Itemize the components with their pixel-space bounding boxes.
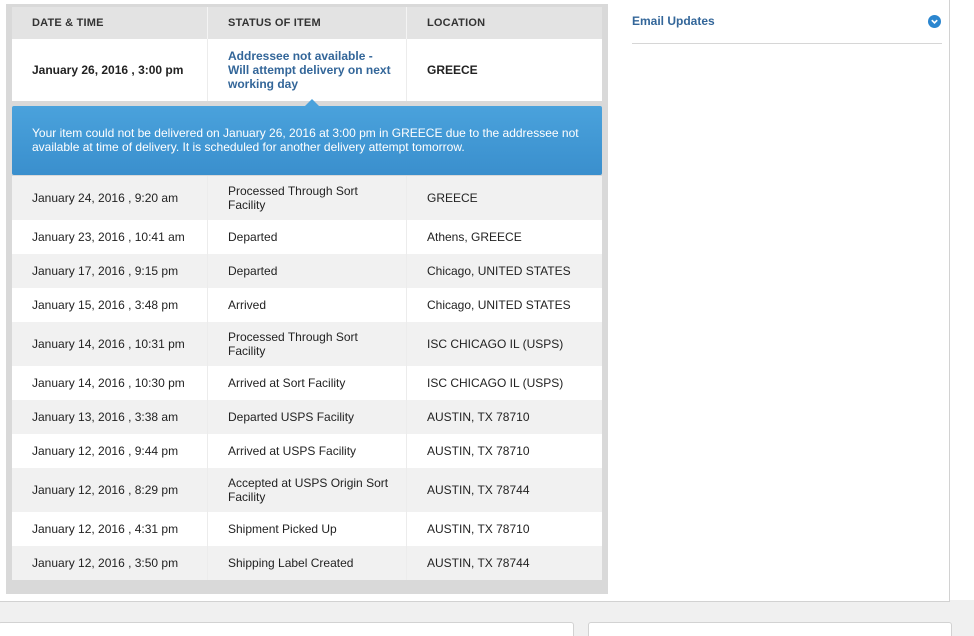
chevron-down-circle-icon[interactable] — [928, 15, 941, 28]
table-row: January 24, 2016 , 9:20 am Processed Thr… — [12, 176, 602, 220]
event-status: Shipment Picked Up — [208, 512, 407, 546]
event-location: Chicago, UNITED STATES — [427, 264, 571, 278]
table-row: January 14, 2016 , 10:30 pm Arrived at S… — [12, 366, 602, 400]
event-rows: January 24, 2016 , 9:20 am Processed Thr… — [12, 176, 602, 580]
latest-event-status: Addressee not available - Will attempt d… — [208, 39, 407, 101]
delivery-attempt-banner: Your item could not be delivered on Janu… — [12, 99, 602, 175]
table-row: January 13, 2016 , 3:38 am Departed USPS… — [12, 400, 602, 434]
event-date: January 12, 2016 , 9:44 pm — [12, 434, 208, 468]
event-status: Arrived — [208, 288, 407, 322]
event-date: January 14, 2016 , 10:30 pm — [12, 366, 208, 400]
table-header: DATE & TIME STATUS OF ITEM LOCATION — [12, 7, 602, 39]
event-location: ISC CHICAGO IL (USPS) — [427, 337, 564, 351]
event-location: AUSTIN, TX 78744 — [427, 556, 530, 570]
event-status: Departed — [208, 220, 407, 254]
table-row: January 15, 2016 , 3:48 pm Arrived Chica… — [12, 288, 602, 322]
bottom-panel-right — [588, 622, 952, 636]
table-row: January 12, 2016 , 9:44 pm Arrived at US… — [12, 434, 602, 468]
event-date: January 15, 2016 , 3:48 pm — [12, 288, 208, 322]
tracking-history-table: DATE & TIME STATUS OF ITEM LOCATION Janu… — [6, 4, 608, 594]
latest-event-date: January 26, 2016 , 3:00 pm — [12, 39, 208, 101]
email-updates-label[interactable]: Email Updates — [632, 14, 715, 28]
table-row: January 17, 2016 , 9:15 pm Departed Chic… — [12, 254, 602, 288]
event-location: AUSTIN, TX 78710 — [427, 522, 530, 536]
event-status: Departed — [208, 254, 407, 288]
event-date: January 13, 2016 , 3:38 am — [12, 400, 208, 434]
banner-pointer — [305, 99, 319, 106]
event-location: AUSTIN, TX 78744 — [427, 483, 530, 497]
email-updates-toggle[interactable]: Email Updates — [632, 10, 942, 44]
event-status: Arrived at USPS Facility — [208, 434, 407, 468]
event-date: January 17, 2016 , 9:15 pm — [12, 254, 208, 288]
event-date: January 12, 2016 , 4:31 pm — [12, 512, 208, 546]
event-location: Athens, GREECE — [427, 230, 522, 244]
header-date-time: DATE & TIME — [12, 7, 208, 39]
table-row: January 23, 2016 , 10:41 am Departed Ath… — [12, 220, 602, 254]
event-date: January 12, 2016 , 3:50 pm — [12, 546, 208, 580]
table-row: January 12, 2016 , 4:31 pm Shipment Pick… — [12, 512, 602, 546]
event-location: Chicago, UNITED STATES — [427, 298, 571, 312]
table-row: January 12, 2016 , 3:50 pm Shipping Labe… — [12, 546, 602, 580]
event-date: January 14, 2016 , 10:31 pm — [12, 322, 208, 366]
event-status: Accepted at USPS Origin Sort Facility — [208, 468, 407, 512]
header-status: STATUS OF ITEM — [208, 7, 407, 39]
banner-text: Your item could not be delivered on Janu… — [32, 126, 579, 154]
latest-event-location: GREECE — [427, 63, 478, 77]
event-location: AUSTIN, TX 78710 — [427, 444, 530, 458]
event-status: Processed Through Sort Facility — [208, 176, 407, 220]
event-date: January 23, 2016 , 10:41 am — [12, 220, 208, 254]
table-row: January 12, 2016 , 8:29 pm Accepted at U… — [12, 468, 602, 512]
table-row: January 14, 2016 , 10:31 pm Processed Th… — [12, 322, 602, 366]
sidebar-panel — [612, 45, 942, 593]
event-location: GREECE — [427, 191, 478, 205]
header-location: LOCATION — [427, 17, 486, 29]
event-date: January 12, 2016 , 8:29 pm — [12, 468, 208, 512]
event-date: January 24, 2016 , 9:20 am — [12, 176, 208, 220]
event-status: Departed USPS Facility — [208, 400, 407, 434]
page-edge — [950, 0, 974, 600]
event-status: Shipping Label Created — [208, 546, 407, 580]
bottom-panel-left — [0, 622, 574, 636]
event-location: AUSTIN, TX 78710 — [427, 410, 530, 424]
event-location: ISC CHICAGO IL (USPS) — [427, 376, 564, 390]
event-status: Processed Through Sort Facility — [208, 322, 407, 366]
chevron-down-icon — [931, 19, 938, 24]
event-status: Arrived at Sort Facility — [208, 366, 407, 400]
latest-event-row: January 26, 2016 , 3:00 pm Addressee not… — [12, 39, 602, 101]
